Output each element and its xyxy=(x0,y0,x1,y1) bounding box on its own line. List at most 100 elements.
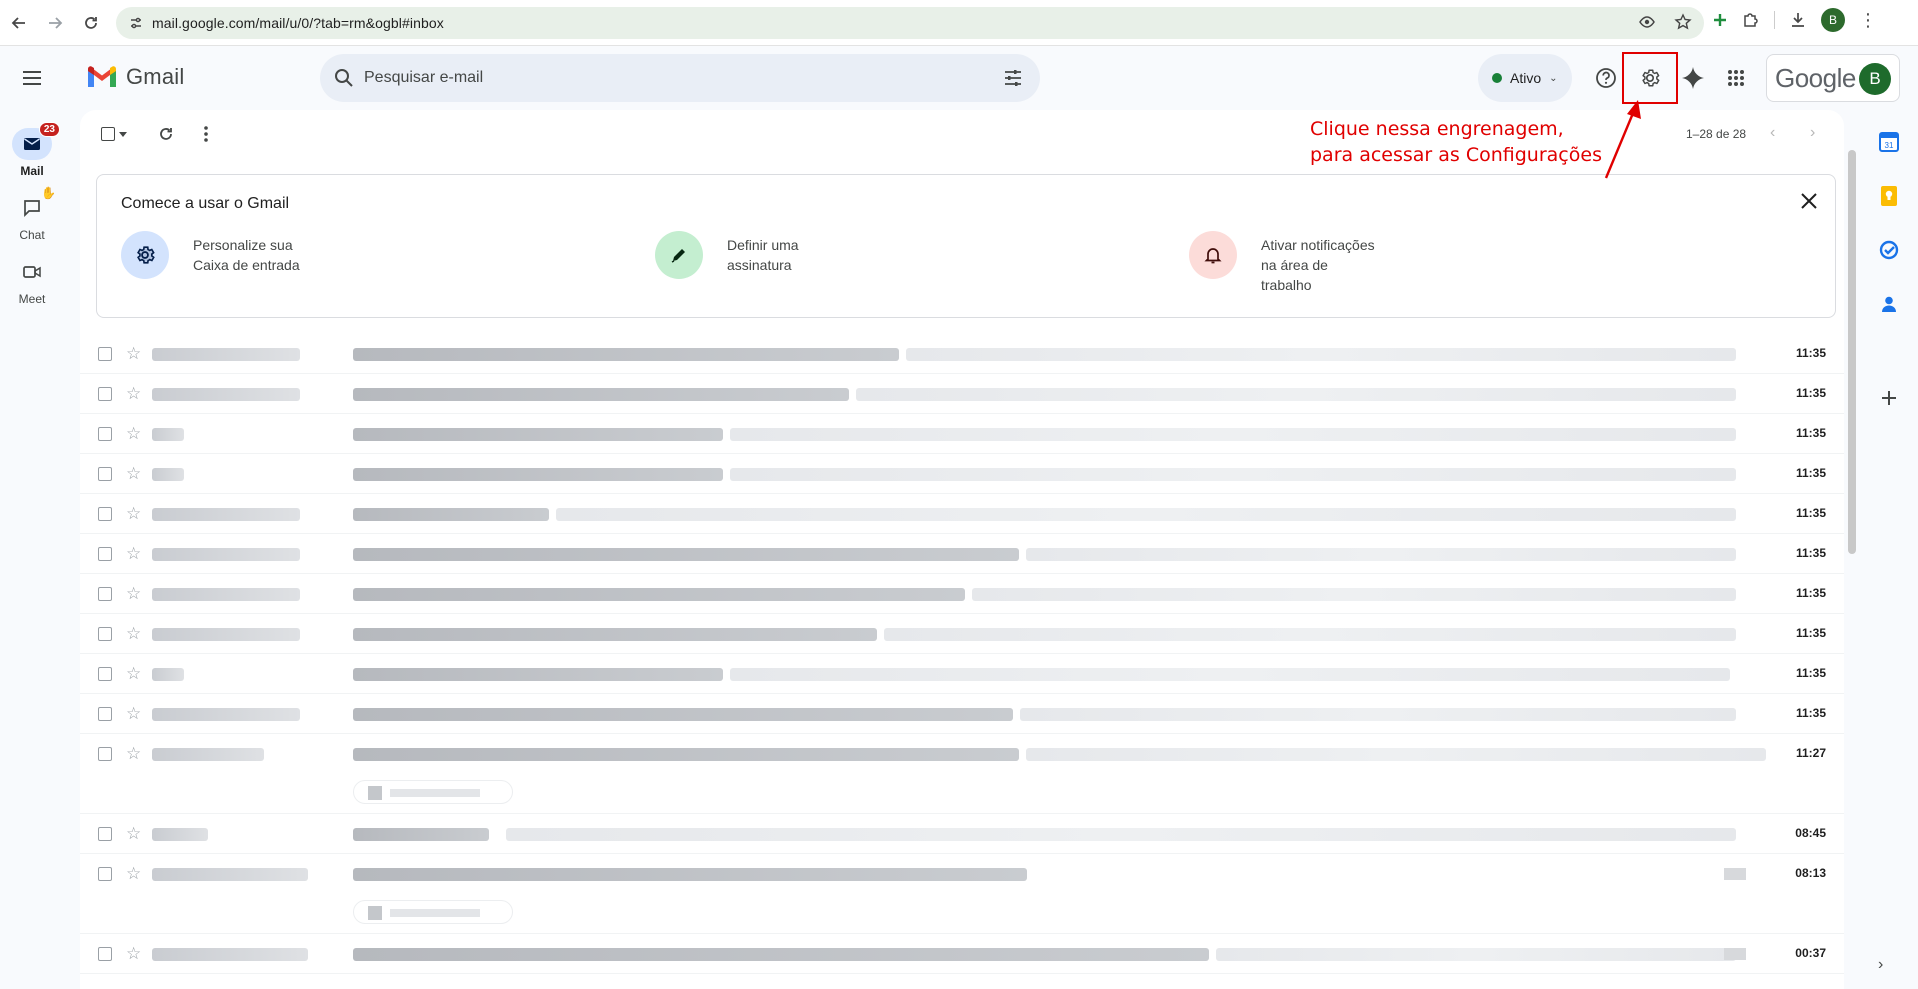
email-time: 11:35 xyxy=(1795,586,1826,600)
email-time: 11:35 xyxy=(1795,426,1826,440)
chat-icon xyxy=(24,200,40,218)
email-row[interactable]: ☆ 11:35 xyxy=(80,494,1844,534)
email-row[interactable]: ☆ 11:35 xyxy=(80,334,1844,374)
star-icon[interactable]: ☆ xyxy=(126,544,141,564)
row-checkbox[interactable] xyxy=(98,867,112,881)
row-checkbox[interactable] xyxy=(98,827,112,841)
email-row[interactable]: ☆ 11:35 xyxy=(80,454,1844,494)
keep-icon[interactable] xyxy=(1877,184,1901,208)
star-icon[interactable]: ☆ xyxy=(126,624,141,644)
rail-item-chat[interactable]: ✋ Chat xyxy=(0,186,64,242)
tasks-icon[interactable] xyxy=(1877,238,1901,262)
apps-grid-icon[interactable] xyxy=(1716,58,1756,98)
star-icon[interactable]: ☆ xyxy=(126,824,141,844)
annotation-line: Clique nessa engrenagem, xyxy=(1310,118,1564,140)
email-time: 11:35 xyxy=(1795,666,1826,680)
annotation-arrow xyxy=(1604,100,1641,179)
email-row[interactable]: ☆ 08:13 xyxy=(80,854,1844,934)
email-row[interactable]: ☆ 11:35 xyxy=(80,614,1844,654)
next-page-icon[interactable]: › xyxy=(1810,124,1815,142)
rail-item-meet[interactable]: Meet xyxy=(0,256,64,306)
status-selector[interactable]: Ativo ⌄ xyxy=(1478,54,1572,102)
list-scrollbar[interactable] xyxy=(1848,150,1856,554)
row-checkbox[interactable] xyxy=(98,467,112,481)
account-switcher[interactable]: Google B xyxy=(1766,54,1900,102)
row-checkbox[interactable] xyxy=(98,347,112,361)
star-icon[interactable]: ☆ xyxy=(126,384,141,404)
star-icon[interactable]: ☆ xyxy=(126,464,141,484)
browser-menu-icon[interactable]: ⋮ xyxy=(1859,10,1877,31)
site-info-icon[interactable] xyxy=(128,15,144,31)
gemini-sparkle-icon[interactable] xyxy=(1673,58,1713,98)
tip-notifications[interactable]: Ativar notificações na área de trabalho xyxy=(1189,231,1375,295)
row-checkbox[interactable] xyxy=(98,947,112,961)
search-icon[interactable] xyxy=(334,68,354,88)
tip-label: Ativar notificações na área de trabalho xyxy=(1261,237,1375,293)
rail-item-mail[interactable]: 23 Mail xyxy=(0,122,64,178)
tip-customize-inbox[interactable]: Personalize sua Caixa de entrada xyxy=(121,231,300,279)
select-dropdown-icon[interactable] xyxy=(116,122,130,146)
star-icon[interactable]: ☆ xyxy=(126,864,141,884)
close-icon[interactable] xyxy=(1797,189,1821,213)
forward-icon[interactable] xyxy=(38,6,72,40)
back-icon[interactable] xyxy=(2,6,36,40)
email-row[interactable]: ☆ 11:35 xyxy=(80,534,1844,574)
reload-icon[interactable] xyxy=(74,6,108,40)
star-icon[interactable]: ☆ xyxy=(126,424,141,444)
email-time: 08:13 xyxy=(1795,866,1826,880)
download-icon[interactable] xyxy=(1789,11,1807,29)
row-checkbox[interactable] xyxy=(98,667,112,681)
row-checkbox[interactable] xyxy=(98,707,112,721)
star-icon[interactable]: ☆ xyxy=(126,664,141,684)
search-input[interactable] xyxy=(364,54,964,102)
star-icon[interactable]: ☆ xyxy=(126,584,141,604)
eye-slash-icon[interactable] xyxy=(1638,13,1656,31)
more-options-icon[interactable] xyxy=(194,122,218,146)
refresh-icon[interactable] xyxy=(154,122,178,146)
row-checkbox[interactable] xyxy=(98,747,112,761)
row-checkbox[interactable] xyxy=(98,627,112,641)
star-icon[interactable]: ☆ xyxy=(126,944,141,964)
row-checkbox[interactable] xyxy=(98,427,112,441)
chevron-right-icon[interactable]: › xyxy=(1878,956,1883,974)
email-row[interactable]: ☆ 00:37 xyxy=(80,934,1844,974)
main-menu-icon[interactable] xyxy=(14,60,50,96)
search-bar[interactable] xyxy=(320,54,1040,102)
calendar-icon[interactable]: 31 xyxy=(1877,130,1901,154)
star-icon[interactable]: ☆ xyxy=(126,704,141,724)
extensions-puzzle-icon[interactable] xyxy=(1742,11,1760,29)
bookmark-star-icon[interactable] xyxy=(1674,13,1692,31)
attachment-chip[interactable] xyxy=(353,900,513,924)
email-time: 08:45 xyxy=(1795,826,1826,840)
gmail-logo[interactable]: Gmail xyxy=(86,64,184,90)
extension-plus-icon[interactable] xyxy=(1712,12,1728,28)
email-time: 11:35 xyxy=(1795,506,1826,520)
pagination-label: 1–28 de 28 xyxy=(1686,127,1747,141)
address-bar[interactable]: mail.google.com/mail/u/0/?tab=rm&ogbl#in… xyxy=(116,7,1704,39)
unread-badge: 23 xyxy=(38,122,60,137)
email-row[interactable]: ☆ 11:35 xyxy=(80,654,1844,694)
search-options-icon[interactable] xyxy=(1002,67,1024,89)
browser-profile-avatar[interactable]: B xyxy=(1821,8,1845,32)
help-icon[interactable] xyxy=(1586,58,1626,98)
email-row[interactable]: ☆ 08:45 xyxy=(80,814,1844,854)
email-row[interactable]: ☆ 11:35 xyxy=(80,574,1844,614)
avatar[interactable]: B xyxy=(1859,63,1891,95)
row-checkbox[interactable] xyxy=(98,587,112,601)
attachment-chip[interactable] xyxy=(353,780,513,804)
star-icon[interactable]: ☆ xyxy=(126,504,141,524)
row-checkbox[interactable] xyxy=(98,507,112,521)
email-row[interactable]: ☆ 11:27 xyxy=(80,734,1844,814)
email-row[interactable]: ☆ 11:35 xyxy=(80,374,1844,414)
star-icon[interactable]: ☆ xyxy=(126,744,141,764)
app-name: Gmail xyxy=(126,64,185,89)
email-row[interactable]: ☆ 11:35 xyxy=(80,694,1844,734)
email-row[interactable]: ☆ 11:35 xyxy=(80,414,1844,454)
contacts-icon[interactable] xyxy=(1877,292,1901,316)
row-checkbox[interactable] xyxy=(98,387,112,401)
tip-signature[interactable]: Definir uma assinatura xyxy=(655,231,799,279)
prev-page-icon[interactable]: ‹ xyxy=(1770,124,1775,142)
star-icon[interactable]: ☆ xyxy=(126,344,141,364)
row-checkbox[interactable] xyxy=(98,547,112,561)
add-app-icon[interactable] xyxy=(1877,386,1901,410)
